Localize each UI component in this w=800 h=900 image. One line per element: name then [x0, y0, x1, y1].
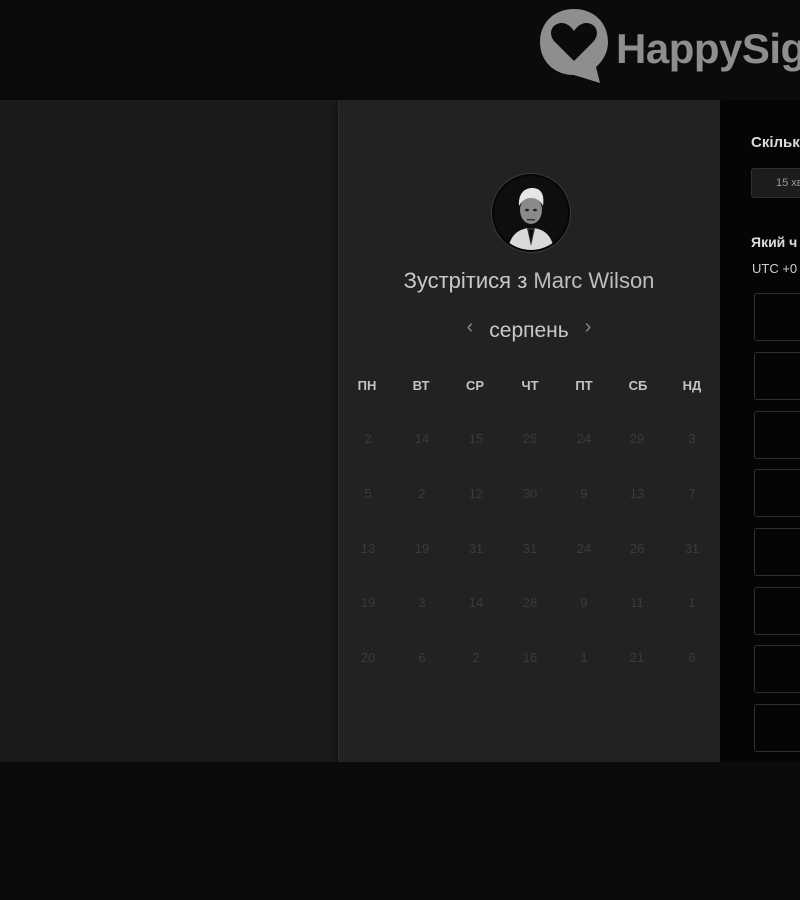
calendar-day[interactable]: 1: [672, 595, 712, 610]
time-slot[interactable]: [754, 293, 800, 341]
calendar-day[interactable]: 6: [672, 650, 712, 665]
calendar-day[interactable]: 19: [402, 541, 442, 556]
time-slot[interactable]: [754, 352, 800, 400]
weekday-label: НД: [682, 378, 702, 393]
calendar-day[interactable]: 26: [617, 541, 657, 556]
duration-value: 15 хв: [776, 177, 800, 189]
top-bar: HappySig: [0, 0, 800, 100]
calendar-day[interactable]: 19: [348, 595, 388, 610]
calendar-day[interactable]: 16: [510, 650, 550, 665]
calendar-day[interactable]: 20: [348, 650, 388, 665]
calendar-day[interactable]: 13: [348, 541, 388, 556]
calendar-day[interactable]: 15: [456, 431, 496, 446]
page-footer-area: [0, 762, 800, 900]
calendar-day[interactable]: 11: [617, 595, 657, 610]
calendar-day[interactable]: 31: [672, 541, 712, 556]
calendar-day[interactable]: 31: [510, 541, 550, 556]
meeting-title-prefix: Зустрітися з: [403, 268, 528, 293]
calendar-day[interactable]: 29: [617, 431, 657, 446]
time-slot[interactable]: [754, 587, 800, 635]
calendar-day[interactable]: 13: [617, 486, 657, 501]
avatar: [492, 174, 570, 252]
calendar-day[interactable]: 24: [564, 541, 604, 556]
calendar-day[interactable]: 30: [510, 486, 550, 501]
calendar-day[interactable]: 7: [672, 486, 712, 501]
calendar-day[interactable]: 3: [672, 431, 712, 446]
weekday-label: ПН: [357, 378, 377, 393]
time-selection-panel: Скільк 15 хв Який ч UTC +0: [720, 100, 800, 762]
logo-text: HappySig: [616, 25, 800, 72]
time-slot[interactable]: [754, 645, 800, 693]
calendar-day[interactable]: 14: [456, 595, 496, 610]
calendar-day[interactable]: 5: [348, 486, 388, 501]
calendar-day[interactable]: 2: [402, 486, 442, 501]
time-slot[interactable]: [754, 528, 800, 576]
booking-calendar-card: Зустрітися з Marc Wilson ‹ серпень › ПН …: [338, 100, 720, 762]
weekday-label: ЧТ: [521, 378, 539, 393]
weekday-header-row: ПН ВТ СР ЧТ ПТ СБ НД: [338, 378, 720, 398]
backdrop-panel: [0, 100, 338, 762]
calendar-day[interactable]: 1: [564, 650, 604, 665]
calendar-day[interactable]: 28: [510, 595, 550, 610]
calendar-day[interactable]: 9: [564, 595, 604, 610]
weekday-label: СБ: [628, 378, 648, 393]
calendar-day[interactable]: 24: [564, 431, 604, 446]
time-slot[interactable]: [754, 411, 800, 459]
heart-chat-logo-icon: [540, 9, 608, 83]
time-slot[interactable]: [754, 704, 800, 752]
calendar-day[interactable]: 2: [456, 650, 496, 665]
host-name: Marc Wilson: [533, 268, 655, 293]
weekday-label: СР: [465, 378, 485, 393]
timezone-label: UTC +0: [752, 261, 798, 276]
time-slot[interactable]: [754, 469, 800, 517]
duration-label: Скільк: [751, 134, 800, 151]
time-label: Який ч: [751, 234, 798, 250]
month-navigation: ‹ серпень ›: [338, 316, 720, 346]
calendar-day[interactable]: 21: [617, 650, 657, 665]
calendar-day[interactable]: 9: [564, 486, 604, 501]
calendar-day[interactable]: 31: [456, 541, 496, 556]
logo[interactable]: HappySig: [538, 5, 800, 85]
weekday-label: ПТ: [575, 378, 593, 393]
host-photo-icon: [494, 176, 568, 250]
duration-select[interactable]: 15 хв: [751, 168, 800, 198]
meeting-title: Зустрітися з Marc Wilson: [338, 268, 720, 294]
calendar-day[interactable]: 12: [456, 486, 496, 501]
calendar-day[interactable]: 2: [348, 431, 388, 446]
chevron-right-icon[interactable]: ›: [578, 316, 598, 339]
calendar-day[interactable]: 14: [402, 431, 442, 446]
weekday-label: ВТ: [412, 378, 430, 393]
calendar-day[interactable]: 3: [402, 595, 442, 610]
chevron-left-icon[interactable]: ‹: [460, 316, 480, 339]
calendar-day[interactable]: 25: [510, 431, 550, 446]
calendar-day[interactable]: 6: [402, 650, 442, 665]
month-label: серпень: [489, 319, 569, 342]
